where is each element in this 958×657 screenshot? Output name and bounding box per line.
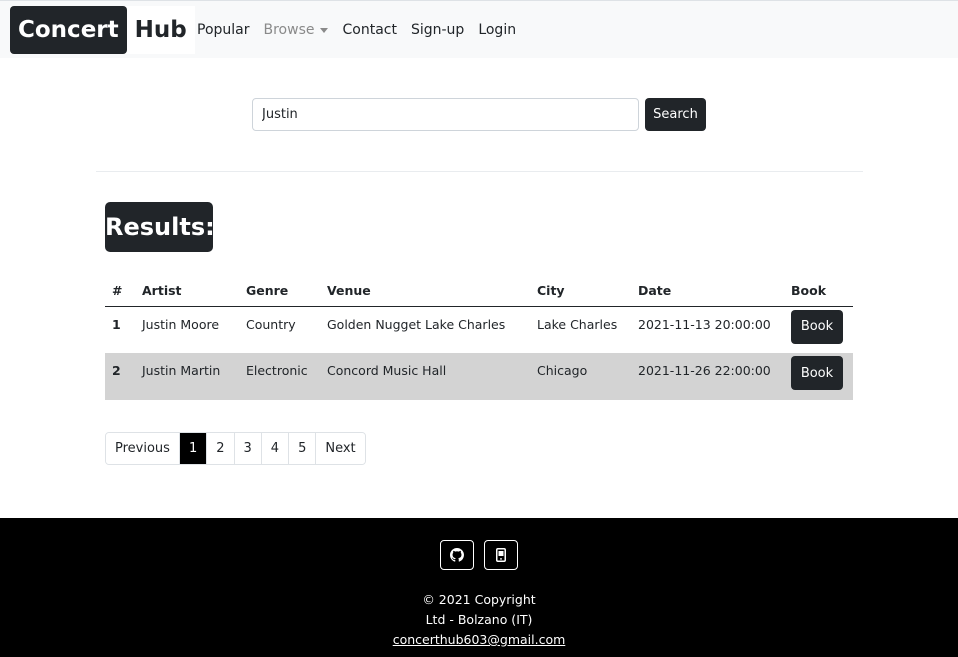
nav-links: Popular Browse Contact Sign-up Login (190, 1, 523, 59)
footer-text: © 2021 Copyright Ltd - Bolzano (IT) conc… (0, 590, 958, 650)
col-header-city: City (530, 276, 631, 307)
pagination-next[interactable]: Next (315, 433, 365, 464)
brand-part-hub: Hub (134, 17, 187, 43)
row-artist: Justin Moore (142, 316, 220, 332)
search-input[interactable] (252, 98, 639, 131)
search-button[interactable]: Search (645, 98, 706, 131)
row-genre: Electronic (239, 353, 320, 400)
nav-popular[interactable]: Popular (190, 22, 257, 38)
pagination-page-2[interactable]: 2 (206, 433, 234, 464)
results-table: # Artist Genre Venue City Date Book 1 Ju… (105, 276, 853, 400)
nav-contact[interactable]: Contact (335, 22, 403, 38)
row-number: 1 (112, 316, 121, 332)
brand-logo[interactable]: Concert Hub (10, 6, 195, 54)
pagination-page-5[interactable]: 5 (288, 433, 316, 464)
nav-browse-dropdown[interactable]: Browse (257, 22, 336, 38)
col-header-date: Date (631, 276, 784, 307)
col-header-number: # (105, 276, 135, 307)
company-text: Ltd - Bolzano (IT) (425, 612, 533, 627)
nav-browse-label: Browse (263, 22, 315, 38)
divider (96, 171, 863, 172)
pagination-page-4[interactable]: 4 (260, 433, 289, 464)
table-row: 1 Justin Moore Country Golden Nugget Lak… (105, 306, 853, 353)
book-button[interactable]: Book (791, 356, 843, 390)
footer-email-link[interactable]: concerthub603@gmail.com (393, 632, 566, 647)
row-date: 2021-11-26 22:00:00 (631, 353, 784, 400)
row-book-cell: Book (784, 353, 853, 400)
row-genre: Country (246, 316, 296, 332)
row-city: Lake Charles (537, 316, 618, 332)
nav-login[interactable]: Login (471, 22, 523, 38)
pagination-page-1[interactable]: 1 (178, 433, 207, 464)
row-venue: Golden Nugget Lake Charles (327, 316, 506, 332)
row-date: 2021-11-13 20:00:00 (638, 316, 771, 332)
col-header-book: Book (784, 276, 853, 307)
table-row: 2 Justin Martin Electronic Concord Music… (105, 353, 853, 400)
navbar: Concert Hub Popular Browse Contact Sign-… (0, 0, 958, 58)
pagination: Previous 1 2 3 4 5 Next (105, 432, 366, 465)
brand-part-concert: Concert (10, 6, 127, 54)
col-header-venue: Venue (320, 276, 530, 307)
row-artist: Justin Martin (135, 353, 239, 400)
book-button[interactable]: Book (791, 309, 843, 344)
nav-signup[interactable]: Sign-up (404, 22, 471, 38)
social-links (440, 540, 518, 570)
github-button[interactable] (440, 540, 474, 570)
table-header-row: # Artist Genre Venue City Date Book (105, 276, 853, 307)
results-heading: Results: (105, 202, 215, 252)
row-number: 2 (105, 353, 135, 400)
pagination-previous[interactable]: Previous (106, 433, 179, 464)
mobile-icon (496, 548, 506, 562)
pagination-page-3[interactable]: 3 (233, 433, 261, 464)
col-header-genre: Genre (239, 276, 320, 307)
copyright-text: © 2021 Copyright (422, 592, 536, 607)
row-city: Chicago (530, 353, 631, 400)
caret-down-icon (320, 27, 329, 33)
row-book-cell: Book (784, 306, 853, 353)
mobile-app-button[interactable] (484, 540, 518, 570)
footer: © 2021 Copyright Ltd - Bolzano (IT) conc… (0, 518, 958, 657)
row-venue: Concord Music Hall (320, 353, 530, 400)
col-header-artist: Artist (135, 276, 239, 307)
github-icon (450, 548, 464, 562)
